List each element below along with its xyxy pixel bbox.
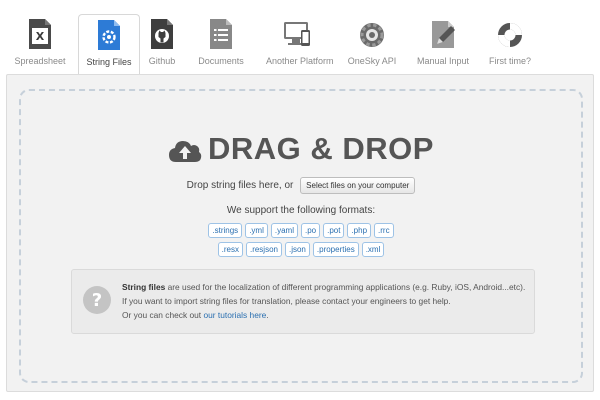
formats-row-2: .resx .resjson .json .properties .xml xyxy=(21,242,581,257)
tab-first-time[interactable]: First time? xyxy=(479,14,541,70)
tab-github[interactable]: Github xyxy=(131,14,193,70)
tutorials-link[interactable]: our tutorials here xyxy=(203,310,266,320)
format-badge: .php xyxy=(347,223,372,238)
tab-documents[interactable]: Documents xyxy=(190,14,252,70)
info-line-2: If you want to import string files for t… xyxy=(122,296,451,306)
supported-formats-heading: We support the following formats: xyxy=(226,205,376,216)
format-badge: .strings xyxy=(208,223,243,238)
documents-icon xyxy=(208,18,234,55)
format-badge: .rrc xyxy=(374,223,394,238)
question-icon: ? xyxy=(82,285,112,320)
tab-string-files[interactable]: String Files xyxy=(78,14,140,74)
github-icon xyxy=(149,18,175,55)
tab-another-platform[interactable]: Another Platform xyxy=(266,14,334,70)
svg-text:?: ? xyxy=(92,290,102,311)
cloud-upload-icon xyxy=(168,136,202,172)
format-badge: .properties xyxy=(312,242,359,257)
import-panel: DRAG & DROP Drop string files here, or S… xyxy=(6,74,594,392)
tab-label: First time? xyxy=(488,56,531,66)
info-line-1: String files are used for the localizati… xyxy=(122,280,526,294)
tab-label: String Files xyxy=(86,57,132,67)
another-platform-icon xyxy=(281,18,313,55)
format-badge: .resjson xyxy=(245,242,282,257)
format-badge: .po xyxy=(300,223,321,238)
tab-manual-input[interactable]: Manual Input xyxy=(412,14,474,70)
string-files-info-box: ? String files are used for the localiza… xyxy=(71,269,535,334)
info-text: String files are used for the localizati… xyxy=(122,280,526,322)
tab-label: Manual Input xyxy=(416,56,470,66)
string-files-icon xyxy=(96,19,122,56)
drag-drop-title-text: DRAG & DROP xyxy=(208,131,434,166)
info-line-1-text: are used for the localization of differe… xyxy=(165,282,526,292)
spreadsheet-icon: X xyxy=(27,18,53,55)
info-line-3: Or you can check out our tutorials here. xyxy=(122,308,526,322)
drop-instructions: Drop string files here, or Select files … xyxy=(21,177,581,194)
tab-label: Documents xyxy=(198,56,244,66)
tab-label: Github xyxy=(148,56,176,66)
info-line-3-prefix: Or you can check out xyxy=(122,310,204,320)
info-line-3-suffix: . xyxy=(266,310,269,320)
file-dropzone[interactable]: DRAG & DROP Drop string files here, or S… xyxy=(19,89,583,383)
format-badge: .yaml xyxy=(270,223,298,238)
select-files-button[interactable]: Select files on your computer xyxy=(300,177,416,194)
info-bold-term: String files xyxy=(122,282,166,292)
tab-label: OneSky API xyxy=(347,56,397,66)
format-badge: .pot xyxy=(323,223,345,238)
format-badge: .yml xyxy=(245,223,268,238)
drag-drop-title: DRAG & DROP xyxy=(21,131,581,172)
pencil-icon xyxy=(429,18,457,55)
format-badge: .resx xyxy=(217,242,243,257)
format-badge: .xml xyxy=(361,242,385,257)
import-source-tabbar: X Spreadsheet String Files Github Docume… xyxy=(0,0,600,74)
tab-label: Another Platform xyxy=(266,56,334,66)
gear-icon xyxy=(357,18,387,55)
tab-label: Spreadsheet xyxy=(14,56,66,66)
lifebuoy-icon xyxy=(495,18,525,55)
tab-spreadsheet[interactable]: X Spreadsheet xyxy=(9,14,71,70)
svg-text:X: X xyxy=(36,30,45,43)
formats-row-1: .strings .yml .yaml .po .pot .php .rrc xyxy=(21,223,581,238)
format-badge: .json xyxy=(284,242,310,257)
drop-text: Drop string files here, or xyxy=(186,180,294,192)
tab-onesky-api[interactable]: OneSky API xyxy=(341,14,403,70)
